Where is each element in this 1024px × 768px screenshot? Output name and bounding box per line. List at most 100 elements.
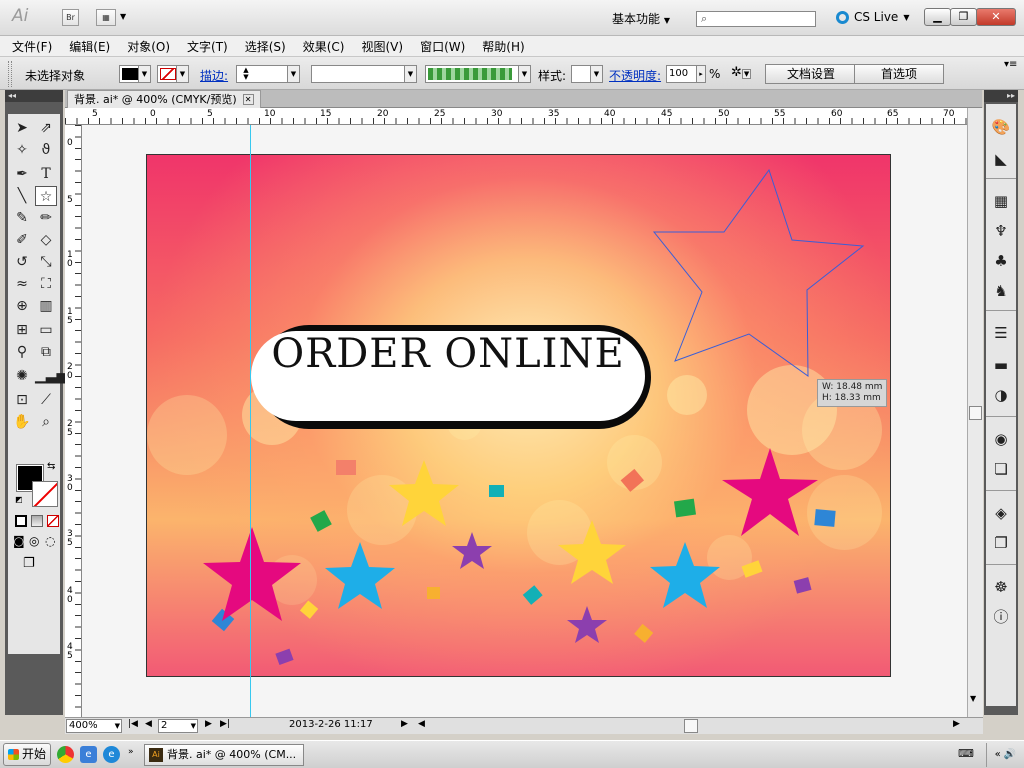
screen-mode-icon[interactable]: ❐	[23, 556, 35, 571]
arrange-documents-icon[interactable]: ▦	[96, 9, 116, 26]
workspace-switcher[interactable]: 基本功能 ▼	[612, 10, 670, 27]
perspective-grid-tool-icon[interactable]: ▥	[35, 296, 57, 316]
layers-panel-icon[interactable]: ◈	[990, 502, 1012, 524]
hand-tool-icon[interactable]: ✋	[11, 412, 33, 432]
menu-type[interactable]: 文字(T)	[187, 38, 228, 55]
pencil-tool-icon[interactable]: ✏	[35, 208, 57, 228]
collapse-icon[interactable]: ◂◂	[5, 90, 63, 102]
panel-menu-icon[interactable]: ▾≡	[1004, 59, 1017, 70]
start-button[interactable]: 开始	[3, 743, 51, 766]
color-guide-icon[interactable]: ◣	[990, 148, 1012, 170]
paintbrush-tool-icon[interactable]: ✎	[11, 208, 33, 228]
cs-live-menu[interactable]: CS Live ▼	[836, 10, 909, 24]
volume-icon[interactable]: 🔊	[1004, 749, 1016, 760]
variable-width-dropdown[interactable]: ▼	[311, 65, 417, 83]
swap-colors-icon[interactable]: ⇆	[47, 461, 55, 472]
mesh-tool-icon[interactable]: ⊞	[11, 320, 33, 340]
draw-inside-icon[interactable]: ◌	[45, 534, 55, 548]
artboard-number-field[interactable]: 2 ▼	[158, 719, 198, 733]
vertical-guide[interactable]	[250, 125, 251, 717]
status-menu-icon[interactable]: ▶	[401, 719, 408, 729]
internet-explorer-icon[interactable]: e	[103, 746, 120, 763]
graphic-style-panel-icon[interactable]: ❏	[990, 458, 1012, 480]
transparency-panel-icon[interactable]: ◑	[990, 384, 1012, 406]
eraser-tool-icon[interactable]: ◇	[35, 230, 57, 250]
fill-color-dropdown[interactable]: ▼	[119, 65, 151, 83]
lasso-tool-icon[interactable]: ϑ	[35, 140, 57, 160]
warp-tool-icon[interactable]: ≈	[11, 274, 33, 294]
browser-icon[interactable]: e	[80, 746, 97, 763]
menu-edit[interactable]: 编辑(E)	[69, 38, 110, 55]
restore-button[interactable]: ❐	[950, 8, 977, 26]
stroke-color-dropdown[interactable]: ▼	[157, 65, 189, 83]
last-artboard-icon[interactable]: ▶|	[220, 719, 230, 729]
star-tool-icon[interactable]: ☆	[35, 186, 57, 206]
shape-builder-tool-icon[interactable]: ⊕	[11, 296, 33, 316]
column-graph-tool-icon[interactable]: ▁▃▅	[35, 366, 67, 386]
gradient-mode-icon[interactable]	[31, 515, 43, 527]
next-artboard-icon[interactable]: ▶	[205, 719, 212, 729]
scroll-right-icon[interactable]: ▶	[953, 719, 960, 729]
panel-grip[interactable]	[8, 61, 12, 87]
vertical-ruler[interactable]: 0 5 10 15 20 25 30 35 40 45	[65, 125, 82, 717]
magic-wand-tool-icon[interactable]: ✧	[11, 140, 33, 160]
menu-window[interactable]: 窗口(W)	[420, 38, 465, 55]
close-button[interactable]: ✕	[976, 8, 1016, 26]
canvas[interactable]: ORDER ONLINE W: 18.48 mm H: 18.33 mm	[82, 125, 967, 717]
horizontal-scroll-thumb[interactable]	[684, 719, 698, 733]
eyedropper-tool-icon[interactable]: ⚲	[11, 342, 33, 362]
zoom-tool-icon[interactable]: ⌕	[35, 412, 57, 432]
color-mode-icon[interactable]	[15, 515, 27, 527]
graphic-style-dropdown[interactable]: ▼	[571, 65, 603, 83]
order-online-banner[interactable]: ORDER ONLINE	[251, 331, 645, 421]
minimize-button[interactable]: ▁	[924, 8, 951, 26]
menu-help[interactable]: 帮助(H)	[482, 38, 524, 55]
selection-tool-icon[interactable]: ➤	[11, 118, 33, 138]
gradient-tool-icon[interactable]: ▭	[35, 320, 57, 340]
menu-object[interactable]: 对象(O)	[127, 38, 170, 55]
horizontal-ruler[interactable]: 5 0 5 10 15 20 25 30 35 40 45 50 55 60 65 70	[65, 108, 967, 125]
stroke-panel-link[interactable]: 描边:	[200, 67, 228, 84]
slice-tool-icon[interactable]: ⟋	[35, 390, 57, 410]
blob-brush-tool-icon[interactable]: ✐	[11, 230, 33, 250]
artboards-panel-icon[interactable]: ❐	[990, 532, 1012, 554]
symbols-panel-icon[interactable]: ♣	[990, 250, 1012, 272]
document-setup-button[interactable]: 文档设置	[765, 64, 857, 84]
opacity-field[interactable]: 100 ▸	[666, 65, 706, 83]
menu-effect[interactable]: 效果(C)	[303, 38, 345, 55]
opacity-panel-link[interactable]: 不透明度:	[609, 67, 661, 84]
brush-definition-dropdown[interactable]: ▼	[425, 65, 531, 83]
symbol-sprayer-tool-icon[interactable]: ✺	[11, 366, 33, 386]
document-tab[interactable]: 背景. ai* @ 400% (CMYK/预览) ✕	[67, 90, 261, 108]
tray-expand-icon[interactable]: «	[995, 749, 1001, 760]
draw-behind-icon[interactable]: ◎	[29, 534, 39, 548]
previous-artboard-icon[interactable]: ◀	[145, 719, 152, 729]
recolor-artwork-icon[interactable]: ✲ ▼	[731, 65, 757, 83]
swatches-panel-icon[interactable]: ▦	[990, 190, 1012, 212]
direct-selection-tool-icon[interactable]: ⇗	[35, 118, 57, 138]
draw-normal-icon[interactable]: ◙	[13, 534, 25, 548]
menu-file[interactable]: 文件(F)	[12, 38, 52, 55]
preferences-button[interactable]: 首选项	[854, 64, 944, 84]
free-transform-tool-icon[interactable]: ⛶	[35, 274, 57, 294]
none-mode-icon[interactable]	[47, 515, 59, 527]
type-tool-icon[interactable]: T	[35, 164, 57, 184]
more-icon[interactable]: »	[128, 747, 134, 757]
appearance-panel-icon[interactable]: ◉	[990, 428, 1012, 450]
keyboard-icon[interactable]: ⌨	[958, 747, 974, 760]
menu-view[interactable]: 视图(V)	[361, 38, 403, 55]
vertical-scrollbar[interactable]: ▼	[967, 108, 983, 717]
zoom-dropdown[interactable]: 400% ▼	[66, 719, 122, 733]
info-panel-icon[interactable]: ⓘ	[990, 606, 1012, 628]
selected-star-outline[interactable]	[652, 168, 872, 388]
chevron-down-icon[interactable]: ▼	[120, 12, 126, 21]
gradient-panel-icon[interactable]: ▬	[990, 354, 1012, 376]
scroll-thumb[interactable]	[969, 406, 982, 420]
pen-tool-icon[interactable]: ✒	[11, 164, 33, 184]
taskbar-illustrator-item[interactable]: 背景. ai* @ 400% (CM...	[144, 744, 304, 766]
bridge-button[interactable]: Br	[62, 9, 79, 26]
brushes-panel-icon[interactable]: ♆	[990, 220, 1012, 242]
scale-tool-icon[interactable]: ⤡	[35, 252, 57, 272]
stroke-color-swatch[interactable]	[32, 481, 58, 507]
default-colors-icon[interactable]: ◩	[15, 495, 23, 504]
